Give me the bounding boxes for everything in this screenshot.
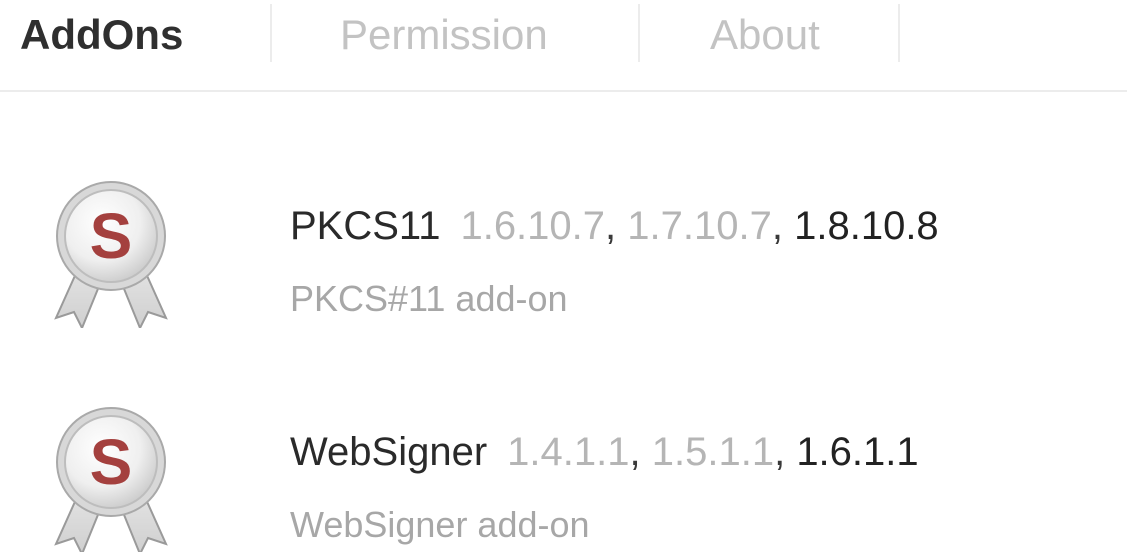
version-list: 1.4.1.1, 1.5.1.1, 1.6.1.1 (507, 430, 918, 474)
version-current[interactable]: 1.6.1.1 (796, 430, 918, 474)
tab-divider (270, 4, 272, 62)
version-list: 1.6.10.7, 1.7.10.7, 1.8.10.8 (460, 204, 938, 248)
addon-item-pkcs11: S PKCS11 1.6.10.7, 1.7.10.7, 1.8.10.8 PKC… (0, 178, 1127, 338)
version-link[interactable]: 1.5.1.1 (652, 430, 774, 474)
version-current[interactable]: 1.8.10.8 (794, 204, 939, 248)
addon-description: PKCS#11 add-on (290, 278, 568, 319)
svg-text:S: S (90, 200, 133, 272)
version-separator: , (629, 430, 641, 474)
addon-title-line: WebSigner 1.4.1.1, 1.5.1.1, 1.6.1.1 (290, 424, 919, 480)
tab-divider (638, 4, 640, 62)
addon-title-line: PKCS11 1.6.10.7, 1.7.10.7, 1.8.10.8 (290, 198, 939, 254)
version-link[interactable]: 1.6.10.7 (460, 204, 605, 248)
award-ribbon-badge-icon: S (54, 407, 168, 552)
tab-addons[interactable]: AddOns (20, 6, 183, 64)
award-ribbon-badge-icon: S (54, 181, 168, 328)
tab-permission[interactable]: Permission (340, 6, 548, 64)
svg-text:S: S (90, 426, 133, 498)
version-link[interactable]: 1.4.1.1 (507, 430, 629, 474)
addon-name: PKCS11 (290, 204, 441, 248)
addon-name: WebSigner (290, 430, 488, 474)
addon-description: WebSigner add-on (290, 504, 590, 545)
version-link[interactable]: 1.7.10.7 (627, 204, 772, 248)
version-separator: , (605, 204, 617, 248)
addons-page: AddOns Permission About S PKCS11 1.6.10.… (0, 0, 1127, 552)
tab-divider (898, 4, 900, 62)
tab-bar: AddOns Permission About (0, 0, 1127, 92)
addon-item-websigner: S WebSigner 1.4.1.1, 1.5.1.1, 1.6.1.1 Web… (0, 404, 1127, 552)
tab-about[interactable]: About (710, 6, 820, 64)
version-separator: , (774, 430, 786, 474)
version-separator: , (771, 204, 783, 248)
